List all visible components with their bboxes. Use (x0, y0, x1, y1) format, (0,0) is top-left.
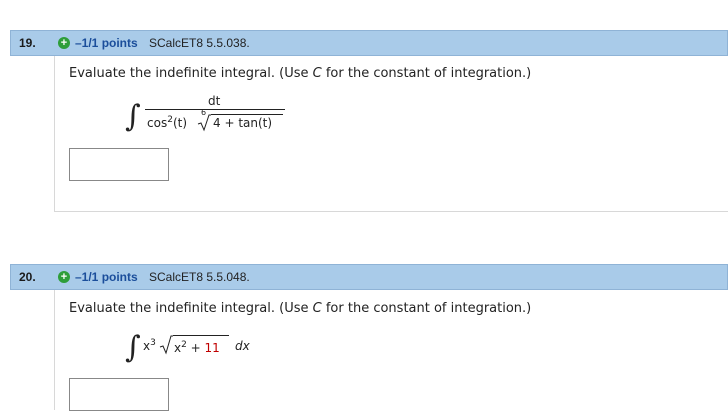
question-19: 19. + –1/1 points SCalcET8 5.5.038. Eval… (0, 0, 728, 215)
points-link[interactable]: –1/1 points (75, 265, 138, 289)
integral-sign: ∫ (125, 330, 141, 365)
radical-bar (173, 335, 229, 336)
question-prompt: Evaluate the indefinite integral. (Use C… (69, 301, 532, 316)
radicand: 4 + tan(t) (213, 116, 273, 130)
radical-icon (159, 335, 173, 355)
differential: dx (235, 339, 250, 353)
answer-input[interactable] (69, 148, 169, 181)
question-prompt: Evaluate the indefinite integral. (Use C… (69, 66, 532, 81)
plus-icon[interactable]: + (58, 271, 70, 283)
denominator-cos: cos2(t) (147, 115, 188, 130)
integral-sign: ∫ (125, 99, 141, 134)
question-body: Evaluate the indefinite integral. (Use C… (54, 290, 728, 411)
radical-bar (211, 114, 283, 115)
answer-input[interactable] (69, 378, 169, 411)
numerator: dt (208, 94, 221, 108)
question-20: 20. + –1/1 points SCalcET8 5.5.048. Eval… (0, 230, 728, 411)
source-label: SCalcET8 5.5.038. (149, 36, 250, 50)
radical-icon (197, 114, 211, 132)
radicand: x2 + 11 (174, 340, 220, 355)
constant-value: 11 (204, 341, 220, 355)
plus-icon[interactable]: + (58, 37, 70, 49)
source-label: SCalcET8 5.5.048. (149, 270, 250, 284)
points-link[interactable]: –1/1 points (75, 31, 138, 55)
question-number: 20. (19, 270, 36, 284)
question-header: 20. + –1/1 points SCalcET8 5.5.048. (10, 264, 728, 290)
x-cubed: x3 (143, 338, 156, 353)
question-number: 19. (19, 36, 36, 50)
question-body: Evaluate the indefinite integral. (Use C… (54, 56, 728, 212)
fraction-bar (145, 109, 285, 110)
question-header: 19. + –1/1 points SCalcET8 5.5.038. (10, 30, 728, 56)
